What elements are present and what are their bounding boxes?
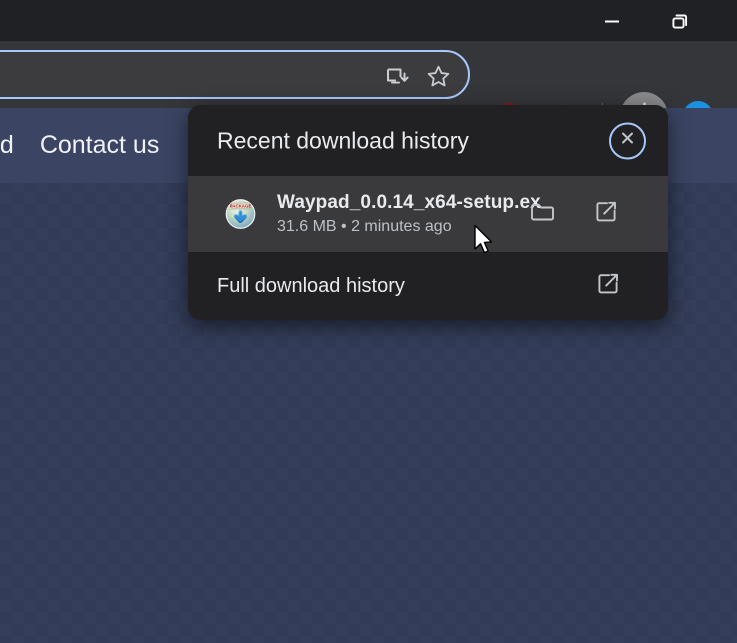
nav-link-contact-us[interactable]: Contact us xyxy=(40,131,160,160)
popup-title: Recent download history xyxy=(217,127,469,153)
close-x-icon xyxy=(618,129,637,153)
download-file-name: Waypad_0.0.14_x64-setup.ex xyxy=(277,192,541,213)
download-item-row[interactable]: PACKAGE Waypad_0.0.14_x64-setup.ex 31.6 … xyxy=(188,176,668,252)
address-bar[interactable] xyxy=(0,50,470,99)
window-restore-button[interactable] xyxy=(657,0,703,41)
full-history-open-button[interactable] xyxy=(593,271,623,301)
popup-header: Recent download history xyxy=(188,105,668,176)
restore-icon xyxy=(669,10,691,32)
open-in-new-icon xyxy=(594,199,619,229)
folder-icon xyxy=(529,199,555,230)
show-in-folder-button[interactable] xyxy=(527,199,557,229)
nav-link-download[interactable]: ad xyxy=(0,131,14,160)
window-minimize-button[interactable] xyxy=(589,0,635,41)
minimize-icon xyxy=(601,10,623,32)
download-item-text: Waypad_0.0.14_x64-setup.ex 31.6 MB • 2 m… xyxy=(277,192,541,236)
download-file-meta: 31.6 MB • 2 minutes ago xyxy=(277,218,452,235)
download-history-popup: Recent download history PACKAGE Waypad_0… xyxy=(188,105,668,320)
full-download-history-row[interactable]: Full download history xyxy=(188,252,668,320)
window-titlebar xyxy=(0,0,737,41)
bookmark-star-icon[interactable] xyxy=(425,63,451,89)
open-download-button[interactable] xyxy=(591,199,621,229)
close-button[interactable] xyxy=(609,122,646,159)
install-app-icon[interactable] xyxy=(384,63,410,89)
installer-file-icon: PACKAGE xyxy=(224,198,257,231)
svg-text:PACKAGE: PACKAGE xyxy=(230,204,252,209)
open-in-new-icon xyxy=(596,271,621,301)
full-download-history-label: Full download history xyxy=(217,274,405,297)
browser-window: uO A ad Contact us Recen xyxy=(0,0,737,643)
browser-toolbar: uO A xyxy=(0,41,737,140)
